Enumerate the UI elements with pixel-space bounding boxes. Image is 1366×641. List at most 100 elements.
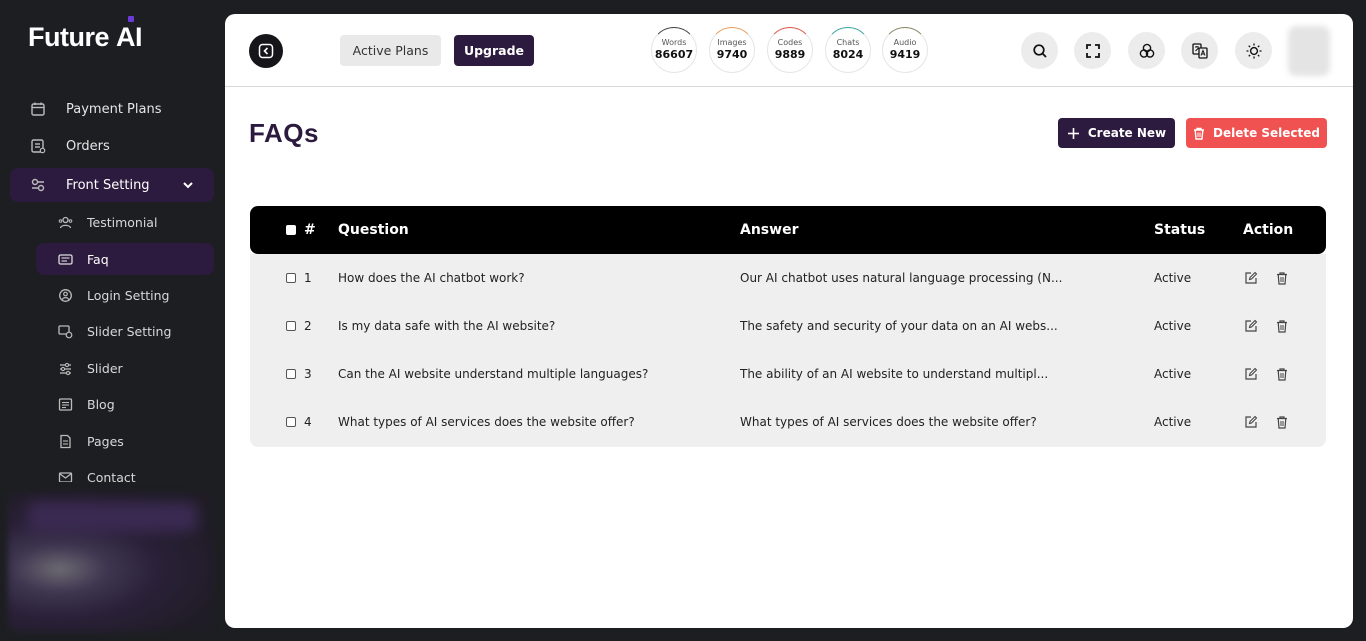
- sidebar-item-label: Orders: [66, 138, 110, 154]
- sidebar-toggle-button[interactable]: [249, 34, 283, 68]
- row-question: How does the AI chatbot work?: [338, 271, 525, 285]
- stat-codes: Codes 9889: [767, 27, 813, 73]
- slider-icon: [58, 361, 73, 376]
- stat-images: Images 9740: [709, 27, 755, 73]
- row-answer: Our AI chatbot uses natural language pro…: [740, 271, 1063, 285]
- delete-selected-button[interactable]: Delete Selected: [1186, 118, 1327, 148]
- user-avatar[interactable]: [1288, 26, 1330, 76]
- checkbox-box: [286, 417, 296, 427]
- row-question: Is my data safe with the AI website?: [338, 319, 556, 333]
- table-header: # Question Answer Status Action: [250, 206, 1326, 254]
- upgrade-button[interactable]: Upgrade: [454, 35, 534, 66]
- row-answer: What types of AI services does the websi…: [740, 415, 1037, 429]
- edit-icon[interactable]: [1244, 319, 1258, 333]
- stat-audio: Audio 9419: [882, 27, 928, 73]
- page-title: FAQs: [249, 118, 319, 148]
- row-checkbox[interactable]: [286, 254, 296, 302]
- row-actions: [1244, 302, 1306, 350]
- row-status: Active: [1154, 271, 1192, 285]
- row-actions: [1244, 254, 1306, 302]
- row-number: 4: [304, 415, 312, 429]
- logo-text: Future: [28, 22, 110, 52]
- contact-icon: [58, 470, 73, 482]
- edit-icon[interactable]: [1244, 367, 1258, 381]
- row-actions: [1244, 350, 1306, 398]
- trash-icon[interactable]: [1275, 271, 1289, 285]
- sidebar-subitem-blog[interactable]: Blog: [36, 388, 214, 420]
- checkbox-box: [286, 369, 296, 379]
- column-header-action: Action: [1243, 222, 1294, 238]
- row-answer: The safety and security of your data on …: [740, 319, 1058, 333]
- sidebar-subitem-label: Contact: [87, 469, 136, 483]
- select-all-checkbox[interactable]: [286, 206, 296, 254]
- faq-table: # Question Answer Status Action 1 How do…: [250, 206, 1326, 447]
- checkbox-box: [286, 225, 296, 235]
- row-checkbox[interactable]: [286, 398, 296, 446]
- translate-button[interactable]: [1181, 32, 1218, 69]
- checkbox-box: [286, 321, 296, 331]
- apps-button[interactable]: [1128, 32, 1165, 69]
- row-checkbox[interactable]: [286, 350, 296, 398]
- stat-progress-ring: [882, 27, 928, 73]
- fullscreen-button[interactable]: [1074, 32, 1111, 69]
- sidebar-subitem-testimonial[interactable]: Testimonial: [36, 206, 214, 238]
- theme-toggle-button[interactable]: [1235, 32, 1272, 69]
- translate-icon: [1191, 42, 1208, 59]
- pages-icon: [58, 434, 73, 449]
- edit-icon[interactable]: [1244, 271, 1258, 285]
- column-header-answer: Answer: [740, 222, 799, 238]
- stat-words: Words 86607: [651, 27, 697, 73]
- table-body: 1 How does the AI chatbot work? Our AI c…: [250, 254, 1326, 447]
- trash-icon[interactable]: [1275, 319, 1289, 333]
- faq-icon: [58, 252, 73, 267]
- column-header-question: Question: [338, 222, 409, 238]
- main-panel: Active Plans Upgrade Words 86607 Images …: [225, 14, 1353, 628]
- sidebar-subitem-slider-setting[interactable]: Slider Setting: [36, 315, 214, 347]
- search-icon: [1032, 43, 1047, 58]
- edit-icon[interactable]: [1244, 415, 1258, 429]
- row-number: 3: [304, 367, 312, 381]
- stat-chats: Chats 8024: [825, 27, 871, 73]
- table-row: 3 Can the AI website understand multiple…: [250, 350, 1326, 398]
- trash-icon[interactable]: [1275, 367, 1289, 381]
- sidebar-subitem-label: Faq: [87, 251, 109, 267]
- logo-ai-text: AI: [116, 22, 143, 52]
- create-new-button[interactable]: Create New: [1058, 118, 1175, 148]
- sidebar-item-front-setting[interactable]: Front Setting: [10, 168, 214, 202]
- table-row: 2 Is my data safe with the AI website? T…: [250, 302, 1326, 350]
- row-question: Can the AI website understand multiple l…: [338, 367, 649, 381]
- sidebar-subitem-slider[interactable]: Slider: [36, 352, 214, 384]
- app-logo[interactable]: Future AI: [28, 22, 143, 53]
- plus-icon: [1067, 127, 1079, 139]
- sidebar-item-orders[interactable]: Orders: [10, 129, 214, 163]
- trash-icon[interactable]: [1275, 415, 1289, 429]
- chevron-down-icon: [182, 179, 194, 191]
- sidebar-subitem-contact[interactable]: Contact: [36, 461, 214, 482]
- orders-icon: [30, 138, 46, 154]
- row-checkbox[interactable]: [286, 302, 296, 350]
- sidebar-subitem-label: Pages: [87, 433, 124, 449]
- checkbox-box: [286, 273, 296, 283]
- row-answer: The ability of an AI website to understa…: [740, 367, 1049, 381]
- sidebar-item-label: Front Setting: [66, 177, 150, 193]
- slider-setting-icon: [58, 324, 73, 339]
- login-setting-icon: [58, 288, 73, 303]
- sidebar-subitem-pages[interactable]: Pages: [36, 425, 214, 457]
- sidebar-subitem-label: Slider Setting: [87, 323, 172, 339]
- row-status: Active: [1154, 415, 1192, 429]
- row-number: 1: [304, 271, 312, 285]
- sidebar-subitem-login-setting[interactable]: Login Setting: [36, 279, 214, 311]
- column-header-num: #: [304, 222, 316, 238]
- trash-icon: [1193, 127, 1204, 140]
- row-status: Active: [1154, 367, 1192, 381]
- sidebar-item-label: Payment Plans: [66, 101, 162, 117]
- search-button[interactable]: [1021, 32, 1058, 69]
- stat-progress-ring: [651, 27, 697, 73]
- chevron-left-icon: [258, 43, 274, 59]
- sidebar-subitem-faq[interactable]: Faq: [36, 243, 214, 275]
- stat-progress-ring: [767, 27, 813, 73]
- sidebar-subitem-label: Blog: [87, 396, 115, 412]
- sidebar-item-payment-plans[interactable]: Payment Plans: [10, 92, 214, 126]
- column-header-status: Status: [1154, 222, 1206, 238]
- active-plans-button[interactable]: Active Plans: [340, 35, 441, 66]
